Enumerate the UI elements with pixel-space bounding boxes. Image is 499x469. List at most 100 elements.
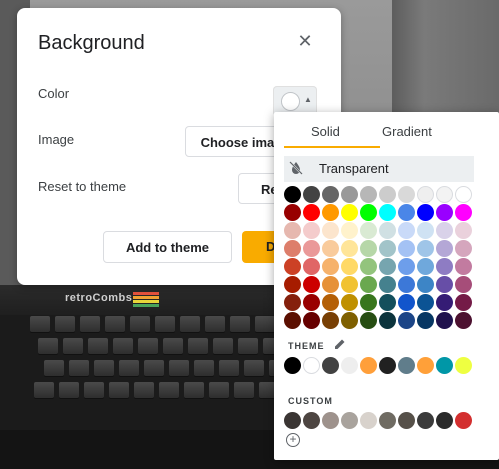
color-swatch[interactable] bbox=[322, 186, 339, 203]
color-swatch[interactable] bbox=[455, 312, 472, 329]
color-swatch[interactable] bbox=[379, 412, 396, 429]
color-swatch[interactable] bbox=[322, 357, 339, 374]
color-swatch[interactable] bbox=[360, 412, 377, 429]
color-swatch[interactable] bbox=[398, 240, 415, 257]
color-swatch[interactable] bbox=[379, 258, 396, 275]
color-swatch[interactable] bbox=[322, 258, 339, 275]
color-swatch[interactable] bbox=[436, 186, 453, 203]
color-swatch[interactable] bbox=[455, 294, 472, 311]
color-swatch[interactable] bbox=[341, 186, 358, 203]
color-swatch[interactable] bbox=[417, 357, 434, 374]
edit-pencil-icon[interactable] bbox=[334, 338, 346, 350]
color-swatch[interactable] bbox=[455, 204, 472, 221]
color-swatch[interactable] bbox=[379, 240, 396, 257]
color-swatch[interactable] bbox=[341, 258, 358, 275]
color-swatch[interactable] bbox=[436, 357, 453, 374]
color-swatch[interactable] bbox=[398, 412, 415, 429]
color-swatch[interactable] bbox=[417, 258, 434, 275]
color-swatch[interactable] bbox=[455, 258, 472, 275]
color-swatch[interactable] bbox=[398, 276, 415, 293]
color-swatch[interactable] bbox=[455, 357, 472, 374]
color-swatch[interactable] bbox=[284, 312, 301, 329]
color-swatch[interactable] bbox=[322, 412, 339, 429]
color-swatch[interactable] bbox=[360, 357, 377, 374]
color-swatch[interactable] bbox=[398, 294, 415, 311]
color-swatch[interactable] bbox=[436, 276, 453, 293]
color-swatch[interactable] bbox=[455, 240, 472, 257]
color-swatch[interactable] bbox=[417, 222, 434, 239]
color-swatch[interactable] bbox=[398, 312, 415, 329]
color-swatch[interactable] bbox=[360, 276, 377, 293]
color-swatch[interactable] bbox=[341, 204, 358, 221]
color-swatch[interactable] bbox=[360, 186, 377, 203]
color-swatch[interactable] bbox=[436, 412, 453, 429]
color-swatch[interactable] bbox=[303, 186, 320, 203]
color-swatch[interactable] bbox=[417, 204, 434, 221]
color-swatch[interactable] bbox=[341, 222, 358, 239]
color-swatch[interactable] bbox=[360, 312, 377, 329]
color-swatch[interactable] bbox=[417, 312, 434, 329]
color-swatch[interactable] bbox=[303, 357, 320, 374]
color-swatch[interactable] bbox=[284, 258, 301, 275]
color-swatch[interactable] bbox=[360, 294, 377, 311]
color-swatch[interactable] bbox=[284, 204, 301, 221]
color-swatch[interactable] bbox=[379, 186, 396, 203]
color-swatch[interactable] bbox=[341, 240, 358, 257]
add-to-theme-button[interactable]: Add to theme bbox=[103, 231, 232, 263]
color-swatch[interactable] bbox=[341, 276, 358, 293]
add-custom-color-icon[interactable]: + bbox=[286, 433, 300, 447]
color-swatch[interactable] bbox=[379, 204, 396, 221]
color-swatch[interactable] bbox=[341, 357, 358, 374]
color-swatch[interactable] bbox=[322, 240, 339, 257]
color-swatch[interactable] bbox=[303, 412, 320, 429]
color-swatch[interactable] bbox=[379, 222, 396, 239]
color-swatch[interactable] bbox=[284, 412, 301, 429]
color-swatch[interactable] bbox=[360, 204, 377, 221]
color-swatch[interactable] bbox=[322, 312, 339, 329]
color-swatch[interactable] bbox=[284, 276, 301, 293]
color-swatch[interactable] bbox=[322, 276, 339, 293]
color-swatch[interactable] bbox=[303, 222, 320, 239]
color-swatch[interactable] bbox=[379, 294, 396, 311]
color-swatch[interactable] bbox=[303, 240, 320, 257]
transparent-option[interactable]: Transparent bbox=[284, 156, 474, 182]
color-swatch[interactable] bbox=[303, 204, 320, 221]
color-swatch[interactable] bbox=[436, 312, 453, 329]
color-swatch[interactable] bbox=[322, 204, 339, 221]
color-swatch[interactable] bbox=[341, 412, 358, 429]
color-swatch[interactable] bbox=[341, 294, 358, 311]
color-swatch[interactable] bbox=[284, 294, 301, 311]
color-swatch[interactable] bbox=[284, 186, 301, 203]
tab-solid[interactable]: Solid bbox=[311, 124, 340, 139]
color-swatch[interactable] bbox=[303, 294, 320, 311]
color-swatch[interactable] bbox=[455, 186, 472, 203]
color-swatch[interactable] bbox=[303, 258, 320, 275]
close-icon[interactable]: ✕ bbox=[297, 32, 313, 50]
color-swatch[interactable] bbox=[284, 240, 301, 257]
color-swatch[interactable] bbox=[284, 222, 301, 239]
color-swatch[interactable] bbox=[436, 204, 453, 221]
color-swatch[interactable] bbox=[455, 222, 472, 239]
color-swatch[interactable] bbox=[284, 357, 301, 374]
color-swatch[interactable] bbox=[417, 276, 434, 293]
color-swatch[interactable] bbox=[398, 222, 415, 239]
color-swatch[interactable] bbox=[360, 222, 377, 239]
color-swatch[interactable] bbox=[303, 312, 320, 329]
color-swatch[interactable] bbox=[436, 240, 453, 257]
color-swatch[interactable] bbox=[303, 276, 320, 293]
color-swatch[interactable] bbox=[379, 357, 396, 374]
color-swatch[interactable] bbox=[398, 258, 415, 275]
color-swatch[interactable] bbox=[360, 240, 377, 257]
tab-gradient[interactable]: Gradient bbox=[382, 124, 432, 139]
color-swatch[interactable] bbox=[398, 357, 415, 374]
color-swatch[interactable] bbox=[398, 186, 415, 203]
color-swatch[interactable] bbox=[455, 412, 472, 429]
color-swatch[interactable] bbox=[417, 294, 434, 311]
color-swatch[interactable] bbox=[436, 258, 453, 275]
color-swatch[interactable] bbox=[322, 222, 339, 239]
color-swatch[interactable] bbox=[398, 204, 415, 221]
color-swatch[interactable] bbox=[360, 258, 377, 275]
color-swatch[interactable] bbox=[417, 412, 434, 429]
color-swatch[interactable] bbox=[379, 312, 396, 329]
color-swatch[interactable] bbox=[436, 222, 453, 239]
